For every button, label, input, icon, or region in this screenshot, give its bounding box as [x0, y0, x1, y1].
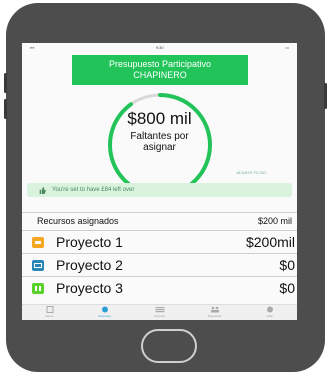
tab-label: Help [266, 314, 273, 318]
tab-account[interactable]: Account [138, 305, 182, 318]
project-name: Proyecto 2 [56, 257, 123, 273]
people-icon [210, 306, 219, 313]
page-title-line2: CHAPINERO [133, 70, 187, 80]
tab-label: Payments [207, 314, 222, 318]
project-amount: $0 [279, 257, 295, 273]
page-title-line1: Presupuesto Participativo [108, 59, 212, 69]
signal-icon: ▪▪▪ [30, 44, 35, 50]
assigned-resources-row: Recursos asignados $200 mil [27, 214, 292, 228]
days-left-note: 18 DAYS TO GO [236, 170, 267, 175]
tab-label: Summary [98, 314, 111, 318]
assigned-resources-value: $200 mil [257, 216, 292, 226]
project-row-2[interactable]: Proyecto 2 $0 [22, 255, 297, 275]
power-button [324, 83, 327, 109]
project-amount: $0 [279, 280, 295, 296]
status-bar: ▪▪▪ 9:30 ▭ [22, 43, 297, 51]
home-icon [46, 306, 53, 313]
project-row-1[interactable]: Proyecto 1 $200mil [22, 232, 297, 252]
remaining-label-line2: asignar [143, 142, 176, 153]
status-time: 9:30 [155, 44, 164, 50]
remaining-label-line1: Faltantes por [130, 131, 189, 142]
divider [22, 212, 297, 213]
divider [22, 276, 297, 277]
divider [22, 253, 297, 254]
project-name: Proyecto 3 [56, 280, 123, 296]
project-amount: $200mil [245, 234, 295, 250]
tab-label: Account [154, 314, 165, 318]
folder-icon [32, 236, 44, 248]
pie-chart-icon [101, 306, 108, 313]
info-banner[interactable]: You're set to have £84 left over [27, 183, 292, 197]
tab-home[interactable]: Home [28, 305, 72, 318]
list-icon [155, 307, 164, 313]
tab-summary[interactable]: Summary [83, 305, 127, 318]
card-icon [32, 259, 44, 271]
remaining-amount: $800 mil [127, 109, 192, 128]
thumbs-up-icon [39, 186, 46, 194]
info-banner-text: You're set to have £84 left over [52, 187, 135, 193]
help-icon [266, 306, 273, 313]
project-name: Proyecto 1 [56, 234, 123, 250]
tab-payments[interactable]: Payments [193, 305, 237, 318]
volume-up-button [4, 73, 7, 93]
home-button[interactable] [141, 329, 197, 363]
volume-down-button [4, 99, 7, 119]
tab-help[interactable]: Help [248, 305, 292, 318]
tab-bar: Home Summary Account Payments Help [22, 304, 297, 320]
tab-label: Home [45, 314, 54, 318]
divider [22, 230, 297, 231]
battery-icon: ▭ [285, 44, 289, 50]
grid-icon [32, 282, 44, 294]
page-title: Presupuesto Participativo CHAPINERO [72, 55, 248, 85]
app-screen: ▪▪▪ 9:30 ▭ Presupuesto Participativo CHA… [22, 43, 297, 320]
assigned-resources-label: Recursos asignados [37, 216, 119, 226]
project-row-3[interactable]: Proyecto 3 $0 [22, 278, 297, 298]
remaining-label: Faltantes por asignar [22, 131, 297, 153]
